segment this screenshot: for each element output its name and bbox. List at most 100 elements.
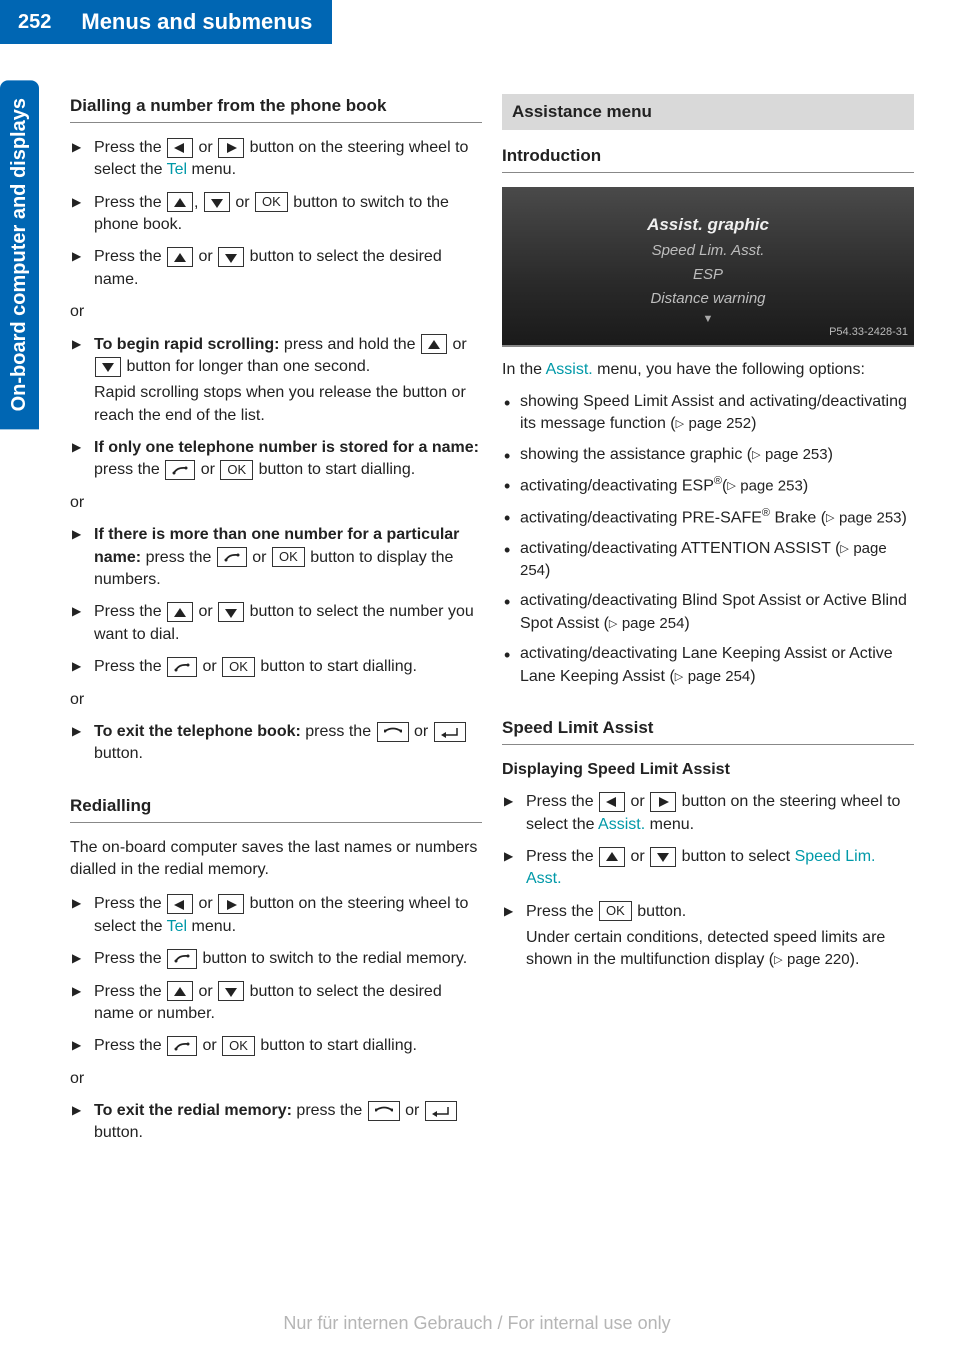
- ok-button: OK: [599, 901, 632, 921]
- sla-subtitle: Displaying Speed Limit Assist: [502, 759, 914, 781]
- ok-button: OK: [255, 192, 288, 212]
- down-arrow-button: [650, 847, 676, 867]
- steps-exit-phonebook: To exit the telephone book: press the or…: [70, 721, 482, 766]
- footer-watermark: Nur für internen Gebrauch / For internal…: [0, 1313, 954, 1334]
- step-item: Press the or button to select Speed Lim.…: [502, 846, 914, 891]
- page-ref: page 252: [689, 415, 752, 432]
- left-arrow-button: [599, 792, 625, 812]
- step-text: Press the: [94, 950, 166, 967]
- down-arrow-button: [218, 602, 244, 622]
- pageref-icon: ▷: [675, 670, 683, 685]
- section-redialling-title: Redialling: [70, 794, 482, 823]
- bullet-text: ): [545, 562, 550, 579]
- assist-menu-label: Assist.: [546, 361, 593, 378]
- page-ref: page 254: [622, 615, 685, 632]
- step-text: Press the: [94, 194, 166, 211]
- note-text: ).: [850, 951, 860, 968]
- list-item: activating/deactivating ATTENTION ASSIST…: [502, 538, 914, 583]
- bullet-text: Brake (: [770, 509, 826, 526]
- step-text: Press the: [94, 1037, 166, 1054]
- display-line: ESP: [502, 264, 914, 285]
- page-number: 252: [0, 0, 61, 44]
- assist-options-list: showing Speed Limit Assist and activatin…: [502, 391, 914, 688]
- page-ref: page 254: [688, 668, 751, 685]
- display-line: Assist. graphic: [502, 213, 914, 237]
- bullet-text: ): [803, 477, 808, 494]
- steps-dialling: Press the or button on the steering whee…: [70, 137, 482, 291]
- step-item: To exit the telephone book: press the or…: [70, 721, 482, 766]
- step-text: button.: [94, 1124, 143, 1141]
- step-text: or: [194, 139, 217, 156]
- step-bold: To exit the redial memory:: [94, 1102, 292, 1119]
- step-text: press the: [292, 1102, 367, 1119]
- tel-menu-label: Tel: [167, 161, 187, 178]
- intro-text: menu, you have the following options:: [593, 361, 865, 378]
- step-text: button for longer than one second.: [122, 358, 370, 375]
- step-text: or: [198, 1037, 221, 1054]
- step-text: menu.: [187, 918, 236, 935]
- call-button: [167, 949, 197, 969]
- rapid-note: Rapid scrolling stops when you release t…: [94, 382, 482, 427]
- step-text: or: [194, 895, 217, 912]
- redial-intro: The on-board computer saves the last nam…: [70, 837, 482, 882]
- step-text: or: [626, 793, 649, 810]
- pageref-icon: ▷: [826, 511, 834, 526]
- step-text: press the: [94, 461, 164, 478]
- right-column: Assistance menu Introduction Assist. gra…: [502, 94, 914, 1155]
- steps-exit-redial: To exit the redial memory: press the or …: [70, 1100, 482, 1145]
- bullet-text: ): [828, 446, 833, 463]
- step-text: button to start dialling.: [254, 461, 415, 478]
- right-arrow-button: [218, 138, 244, 158]
- steps-redial: Press the or button on the steering whee…: [70, 893, 482, 1057]
- step-text: button.: [633, 903, 686, 920]
- step-item: Press the or button on the steering whee…: [502, 791, 914, 836]
- step-item: Press the or button to select the desire…: [70, 246, 482, 291]
- end-call-button: [377, 722, 409, 742]
- sla-note: Under certain conditions, detected speed…: [526, 927, 914, 972]
- call-button: [165, 460, 195, 480]
- step-text: or: [196, 461, 219, 478]
- sla-title: Speed Limit Assist: [502, 716, 914, 745]
- bullet-text: ): [684, 615, 689, 632]
- list-item: activating/deactivating PRE-SAFE® Brake …: [502, 506, 914, 530]
- up-arrow-button: [167, 981, 193, 1001]
- step-text: press the: [301, 723, 376, 740]
- step-item: Press the or OK button to start dialling…: [70, 656, 482, 678]
- step-item: Press the or OK button to start dialling…: [70, 1035, 482, 1057]
- call-button: [167, 1036, 197, 1056]
- left-arrow-button: [167, 894, 193, 914]
- bullet-text: activating/deactivating PRE-SAFE: [520, 509, 762, 526]
- or-text: or: [70, 689, 482, 711]
- step-text: menu.: [187, 161, 236, 178]
- step-bold: If only one telephone number is stored f…: [94, 439, 479, 456]
- step-text: ,: [194, 194, 203, 211]
- step-bold: To exit the telephone book:: [94, 723, 301, 740]
- side-tab: On-board computer and displays: [0, 80, 39, 429]
- ok-button: OK: [222, 1036, 255, 1056]
- step-text: press the: [141, 549, 216, 566]
- steps-sla: Press the or button on the steering whee…: [502, 791, 914, 972]
- call-button: [217, 547, 247, 567]
- step-item: Press the or button to select the number…: [70, 601, 482, 646]
- step-text: or: [194, 603, 217, 620]
- step-text: button.: [94, 745, 143, 762]
- display-line: Speed Lim. Asst.: [502, 240, 914, 261]
- step-text: button to switch to the redial memory.: [198, 950, 467, 967]
- step-bold: To begin rapid scrolling:: [94, 336, 279, 353]
- back-button: [425, 1101, 457, 1121]
- bullet-text: activating/deactivating Blind Spot Assis…: [520, 592, 907, 631]
- or-text: or: [70, 301, 482, 323]
- step-item: Press the or button to select the desire…: [70, 981, 482, 1026]
- down-arrow-button: [218, 247, 244, 267]
- steps-multi-number: If there is more than one number for a p…: [70, 524, 482, 678]
- up-arrow-button: [421, 334, 447, 354]
- ok-button: OK: [220, 460, 253, 480]
- down-arrow-button: [95, 357, 121, 377]
- up-arrow-button: [167, 247, 193, 267]
- up-arrow-button: [167, 602, 193, 622]
- step-text: Press the: [526, 903, 598, 920]
- page-ref: page 253: [740, 477, 803, 494]
- up-arrow-button: [599, 847, 625, 867]
- back-button: [434, 722, 466, 742]
- bullet-text: activating/deactivating ATTENTION ASSIST…: [520, 540, 840, 557]
